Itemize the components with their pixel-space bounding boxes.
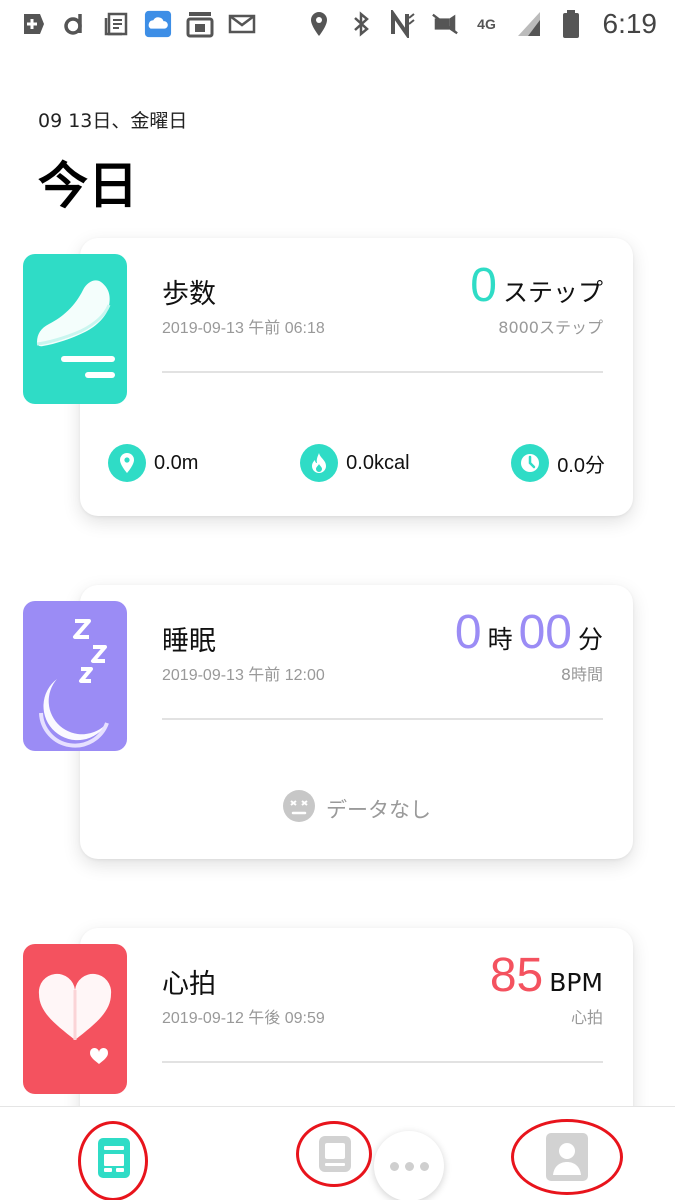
steps-timestamp: 2019-09-13 午前 06:18	[162, 320, 325, 337]
shoe-icon	[36, 280, 115, 378]
heart-title: 心拍	[162, 969, 216, 1000]
sleep-hours-unit: 時	[487, 625, 513, 654]
mute-icon	[431, 10, 459, 38]
steps-value-group: 0 ステップ	[470, 262, 603, 310]
heart-icon	[38, 973, 112, 1064]
steps-badge	[23, 254, 127, 404]
steps-card[interactable]: 歩数 2019-09-13 午前 06:18 0 ステップ 8000ステップ 0…	[80, 238, 633, 516]
sleep-minutes-unit: 分	[577, 625, 603, 654]
duration-value: 0.0分	[557, 454, 605, 477]
more-button[interactable]	[374, 1131, 444, 1200]
location-pin-icon	[108, 444, 146, 482]
annotation-circle	[296, 1121, 372, 1187]
clock-icon	[511, 444, 550, 482]
sleep-badge	[23, 601, 127, 751]
annotation-circle	[78, 1121, 148, 1200]
flame-icon	[300, 444, 339, 482]
heart-badge	[23, 944, 127, 1094]
uq-mobile-icon	[186, 10, 214, 38]
location-icon	[305, 10, 333, 38]
heart-timestamp: 2019-09-12 午後 09:59	[162, 1010, 325, 1027]
sleep-goal: 8時間	[560, 665, 603, 684]
steps-title: 歩数	[162, 279, 216, 310]
sleep-hours: 0	[454, 606, 482, 659]
d-app-icon	[60, 10, 88, 38]
no-data-label: データなし	[326, 797, 431, 822]
cloud-app-icon	[144, 10, 172, 38]
date-label: 09 13日、金曜日	[38, 110, 188, 132]
mail-icon	[228, 10, 256, 38]
news-icon	[102, 10, 130, 38]
heart-rate-value: 85	[489, 949, 544, 1002]
network-4g-icon: 4G	[477, 16, 496, 32]
plus-box-icon	[18, 10, 46, 38]
sad-face-icon	[282, 789, 316, 828]
steps-goal: 8000ステップ	[498, 318, 603, 337]
status-bar: 4G 6:19	[0, 0, 675, 48]
divider	[162, 718, 603, 720]
status-time: 6:19	[602, 8, 658, 39]
moon-sleep-icon	[39, 619, 109, 748]
sleep-value-group: 0 時 00 分	[455, 609, 603, 657]
sleep-title: 睡眠	[162, 626, 216, 657]
heart-value-group: 85 BPM	[490, 952, 603, 1000]
battery-icon	[557, 10, 585, 38]
sleep-minutes: 00	[518, 606, 572, 659]
sleep-card[interactable]: 睡眠 2019-09-13 午前 12:00 0 時 00 分 8時間 データな…	[80, 585, 633, 859]
steps-value: 0	[470, 259, 497, 312]
page-title: 今日	[38, 157, 138, 215]
duration-stat: 0.0分	[511, 444, 605, 482]
heart-rate-unit: BPM	[549, 968, 603, 997]
sleep-timestamp: 2019-09-13 午前 12:00	[162, 667, 325, 684]
divider	[162, 1061, 603, 1063]
annotation-circle	[511, 1119, 623, 1195]
more-dot-icon	[419, 1161, 429, 1171]
distance-value: 0.0m	[154, 451, 199, 474]
nfc-icon	[389, 10, 417, 38]
more-dot-icon	[404, 1161, 414, 1171]
bluetooth-icon	[347, 10, 375, 38]
steps-unit: ステップ	[502, 278, 603, 307]
heart-sub-label: 心拍	[570, 1008, 603, 1027]
bottom-nav	[0, 1106, 675, 1200]
calories-value: 0.0kcal	[346, 451, 410, 474]
steps-stats: 0.0m 0.0kcal 0.0分	[108, 444, 605, 482]
more-dot-icon	[389, 1161, 399, 1171]
divider	[162, 371, 603, 373]
calories-stat: 0.0kcal	[300, 444, 410, 482]
signal-icon	[515, 10, 543, 38]
no-data-message: データなし	[80, 789, 633, 828]
distance-stat: 0.0m	[108, 444, 198, 482]
